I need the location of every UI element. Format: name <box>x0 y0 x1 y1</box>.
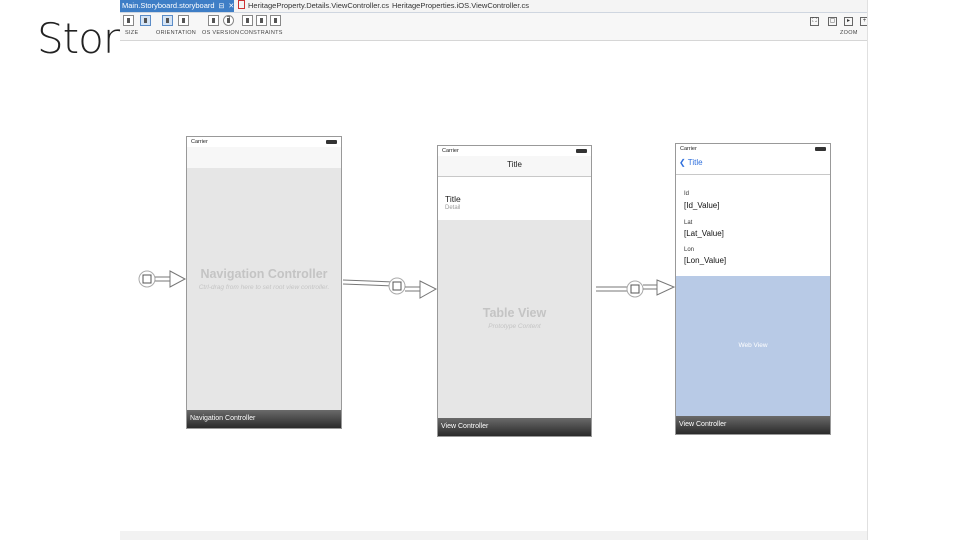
designer-toolbar: SIZE ORIENTATION 7 OS VERSION CONSTRAINT… <box>120 13 877 41</box>
tab-details-view-controller[interactable]: HeritageProperty.Details.ViewController.… <box>236 0 389 12</box>
table-view-controller-scene[interactable]: Carrier Title Title Detail Table View Pr… <box>437 145 592 437</box>
constraints-label: CONSTRAINTS <box>240 30 283 36</box>
web-view-label: Web View <box>738 342 768 349</box>
carrier-label: Carrier <box>680 146 697 152</box>
navigation-bar: Title <box>438 156 591 177</box>
orientation-label: ORIENTATION <box>156 30 197 36</box>
size-device-icon[interactable] <box>123 15 134 26</box>
id-label: Id <box>684 191 690 197</box>
prototype-content-label: Prototype Content <box>488 323 541 330</box>
status-bar: Carrier <box>187 137 341 147</box>
lat-value-label: [Lat_Value] <box>684 229 724 238</box>
table-view-label: Table View <box>482 306 547 320</box>
lon-value-label: [Lon_Value] <box>684 256 727 265</box>
lat-label: Lat <box>684 220 693 226</box>
ios-seven-badge[interactable]: 7 <box>223 15 234 26</box>
navigation-bar <box>187 147 341 169</box>
constraints-update-icon[interactable] <box>256 15 267 26</box>
portrait-icon[interactable] <box>162 15 173 26</box>
root-view-hint: Ctrl-drag from here to set root view con… <box>198 284 330 291</box>
status-bar: Carrier <box>438 146 591 156</box>
id-value-label: [Id_Value] <box>684 201 720 210</box>
navigation-bar: ❮ Title <box>676 154 830 175</box>
landscape-icon[interactable] <box>178 15 189 26</box>
horizontal-scrollbar[interactable] <box>120 531 867 540</box>
zoom-out-icon[interactable]: ▸ <box>844 17 853 26</box>
scene-footer-label: Navigation Controller <box>187 410 341 428</box>
zoom-label: ZOOM <box>840 30 858 36</box>
size-device-selected-icon[interactable] <box>140 15 151 26</box>
tab-label: HeritageProperty.Details.ViewController.… <box>248 1 390 10</box>
os-version-label: OS VERSION <box>202 30 240 36</box>
prototype-cell[interactable]: Title Detail <box>438 187 591 220</box>
zoom-actual-icon[interactable]: ▢ <box>828 17 837 26</box>
back-button[interactable]: ❮ Title <box>679 158 703 167</box>
tab-label: HeritageProperties.iOS.ViewController.cs <box>392 1 530 10</box>
lon-label: Lon <box>684 247 695 253</box>
cell-subtitle: Detail <box>445 205 461 211</box>
vertical-scrollbar[interactable] <box>867 0 878 540</box>
tab-label: Main.Storyboard.storyboard <box>122 1 215 10</box>
navigation-controller-title: Navigation Controller <box>200 267 328 281</box>
document-tab-bar: Main.Storyboard.storyboard ⊟ ✕ HeritagePro… <box>120 0 877 13</box>
navigation-controller-body: Navigation Controller Ctrl-drag from her… <box>187 168 341 410</box>
back-button-label: Title <box>687 158 703 167</box>
ios-version-icon[interactable] <box>208 15 219 26</box>
carrier-label: Carrier <box>442 148 459 154</box>
constraints-clear-icon[interactable] <box>270 15 281 26</box>
close-icon[interactable]: ✕ <box>228 1 234 13</box>
battery-icon <box>815 147 826 151</box>
battery-icon <box>326 140 337 144</box>
scene-footer-label: View Controller <box>676 416 830 434</box>
table-view[interactable]: Table View Prototype Content <box>438 220 591 418</box>
scene-footer-label: View Controller <box>438 418 591 436</box>
tab-ios-view-controller[interactable]: HeritageProperties.iOS.ViewController.cs <box>390 0 529 12</box>
chevron-left-icon: ❮ <box>679 158 686 167</box>
csharp-file-icon <box>238 0 245 9</box>
detail-view-controller-scene[interactable]: Carrier ❮ Title Id [Id_Value] Lat [Lat_V… <box>675 143 831 435</box>
constraints-toggle-icon[interactable] <box>242 15 253 26</box>
battery-icon <box>576 149 587 153</box>
carrier-label: Carrier <box>191 139 208 145</box>
size-label: SIZE <box>125 30 139 36</box>
web-view[interactable]: Web View <box>676 276 830 416</box>
tab-main-storyboard[interactable]: Main.Storyboard.storyboard ⊟ ✕ <box>120 0 234 12</box>
nav-bar-title: Title <box>507 160 522 169</box>
status-bar: Carrier <box>676 144 830 154</box>
pin-icon[interactable]: ⊟ <box>219 1 225 13</box>
zoom-fit-icon[interactable]: ⛶ <box>810 17 819 26</box>
navigation-controller-scene[interactable]: Carrier Navigation Controller Ctrl-drag … <box>186 136 342 429</box>
zoom-group: ⛶ ▢ ▸ + ZOOM <box>810 15 870 39</box>
cell-title: Title <box>445 194 461 204</box>
